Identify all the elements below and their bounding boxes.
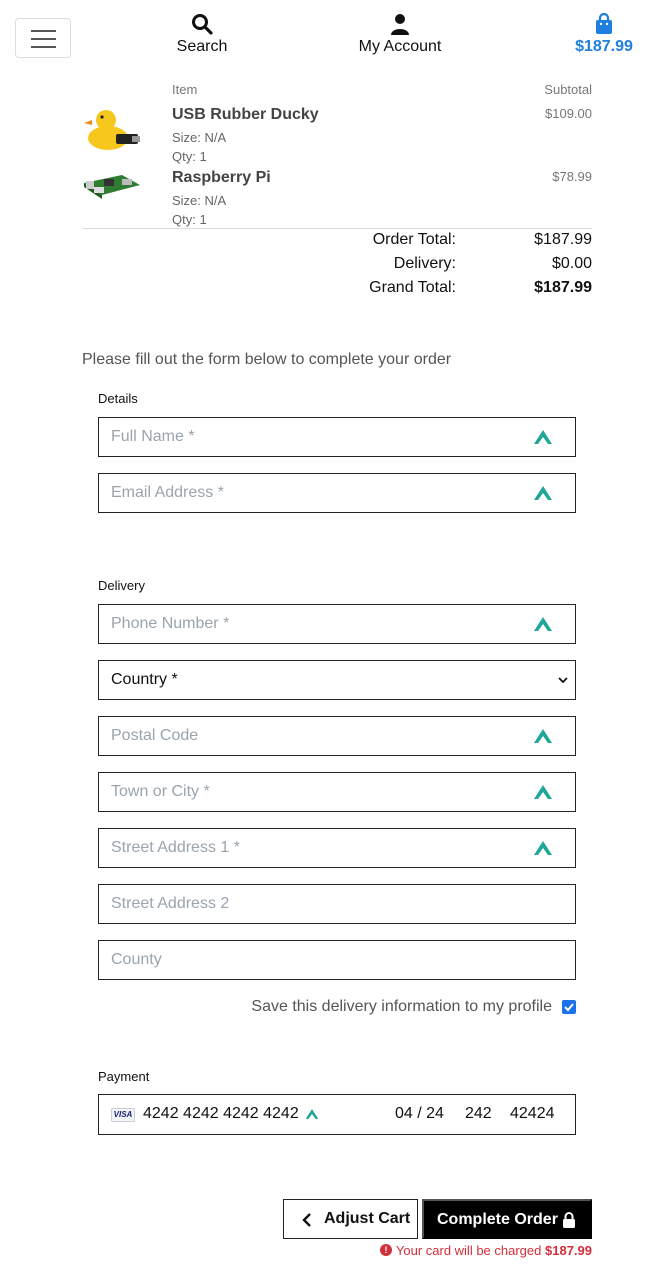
autofill-icon [534, 841, 552, 855]
site-header: Search My Account $187.99 [0, 0, 669, 80]
delivery-label: Delivery: [393, 255, 456, 272]
user-icon [391, 14, 409, 35]
full-name-field[interactable] [98, 417, 576, 457]
product-qty: Qty: 1 [172, 212, 207, 227]
order-total-label: Order Total: [372, 231, 456, 248]
adjust-cart-label: Adjust Cart [324, 1210, 411, 1227]
product-subtotal: $109.00 [545, 106, 592, 121]
order-total-row: Order Total: $187.99 [82, 231, 592, 253]
charge-notice-text: Your card will be charged [395, 1243, 542, 1258]
street-address-2-input[interactable] [99, 885, 575, 923]
county-input[interactable] [99, 941, 575, 979]
autofill-icon [534, 729, 552, 743]
save-info-row: Save this delivery information to my pro… [98, 998, 576, 1020]
nav-search[interactable]: Search [170, 12, 234, 56]
cart-total: $187.99 [575, 38, 633, 55]
raspberry-pi-image [84, 175, 140, 199]
hamburger-icon-bar [31, 38, 56, 40]
complete-order-label: Complete Order [437, 1211, 558, 1228]
postal-code-input[interactable] [99, 717, 575, 755]
nav-account-label: My Account [358, 38, 442, 55]
grand-total-row: Grand Total: $187.99 [82, 279, 592, 301]
street-address-2-field[interactable] [98, 884, 576, 924]
product-size: Size: N/A [172, 193, 227, 208]
search-icon [192, 14, 213, 35]
cart-row: USB Rubber Ducky Size: N/A Qty: 1 $109.0… [82, 102, 592, 164]
complete-order-button[interactable]: Complete Order [422, 1199, 592, 1239]
town-city-field[interactable] [98, 772, 576, 812]
adjust-cart-button[interactable]: Adjust Cart [283, 1199, 418, 1239]
cart-row: Raspberry Pi Size: N/A Qty: 1 $78.99 [82, 165, 592, 227]
form-intro-text: Please fill out the form below to comple… [82, 351, 452, 368]
column-header-subtotal: Subtotal [544, 82, 592, 97]
save-info-checkbox[interactable] [562, 1000, 576, 1014]
autofill-icon [534, 486, 552, 500]
email-input[interactable] [99, 474, 575, 512]
chevron-down-icon [558, 677, 568, 684]
street-address-1-input[interactable] [99, 829, 575, 867]
nav-my-account[interactable]: My Account [350, 12, 450, 56]
rubber-duck-image [84, 110, 140, 150]
email-field[interactable] [98, 473, 576, 513]
details-section-label: Details [98, 391, 138, 406]
column-header-item: Item [172, 82, 198, 97]
card-cvc-input[interactable]: 242 [465, 1105, 492, 1123]
hamburger-icon-bar [31, 46, 56, 48]
card-expiry-input[interactable]: 04 / 24 [395, 1105, 444, 1123]
county-field[interactable] [98, 940, 576, 980]
phone-field[interactable] [98, 604, 576, 644]
product-name: Raspberry Pi [172, 169, 271, 186]
checkmark-icon [564, 1003, 574, 1012]
card-number-input[interactable]: 4242 4242 4242 4242 [143, 1105, 299, 1123]
product-name: USB Rubber Ducky [172, 106, 319, 123]
grand-total-label: Grand Total: [369, 279, 456, 296]
menu-toggle-button[interactable] [15, 18, 71, 58]
product-subtotal: $78.99 [552, 169, 592, 184]
shopping-bag-icon [596, 12, 612, 34]
country-select[interactable]: Country * [98, 660, 576, 700]
card-postal-input[interactable]: 42424 [510, 1105, 555, 1123]
divider [82, 228, 592, 229]
hamburger-icon [31, 30, 56, 32]
lock-icon [563, 1212, 575, 1228]
chevron-left-icon [302, 1213, 311, 1227]
grand-total-value: $187.99 [534, 279, 592, 296]
charge-notice: Your card will be charged $187.99 [396, 1243, 592, 1258]
autofill-icon [534, 785, 552, 799]
charge-amount: $187.99 [545, 1243, 592, 1258]
street-address-1-field[interactable] [98, 828, 576, 868]
exclamation-circle-icon: ! [380, 1244, 392, 1256]
full-name-input[interactable] [99, 418, 575, 456]
save-info-label: Save this delivery information to my pro… [251, 998, 552, 1015]
autofill-icon [534, 617, 552, 631]
country-select-value: Country * [111, 671, 178, 688]
product-qty: Qty: 1 [172, 149, 207, 164]
order-total-value: $187.99 [534, 231, 592, 248]
payment-section-label: Payment [98, 1069, 150, 1084]
nav-search-label: Search [176, 38, 228, 55]
autofill-icon [305, 1109, 319, 1119]
phone-input[interactable] [99, 605, 575, 643]
autofill-icon [534, 430, 552, 444]
product-size: Size: N/A [172, 130, 227, 145]
card-element[interactable]: VISA 4242 4242 4242 4242 04 / 24 242 424… [98, 1094, 576, 1135]
nav-cart[interactable]: $187.99 [570, 12, 638, 56]
town-city-input[interactable] [99, 773, 575, 811]
delivery-section-label: Delivery [98, 578, 145, 593]
postal-code-field[interactable] [98, 716, 576, 756]
visa-card-icon: VISA [111, 1108, 135, 1122]
delivery-row: Delivery: $0.00 [82, 255, 592, 277]
delivery-value: $0.00 [551, 255, 592, 272]
